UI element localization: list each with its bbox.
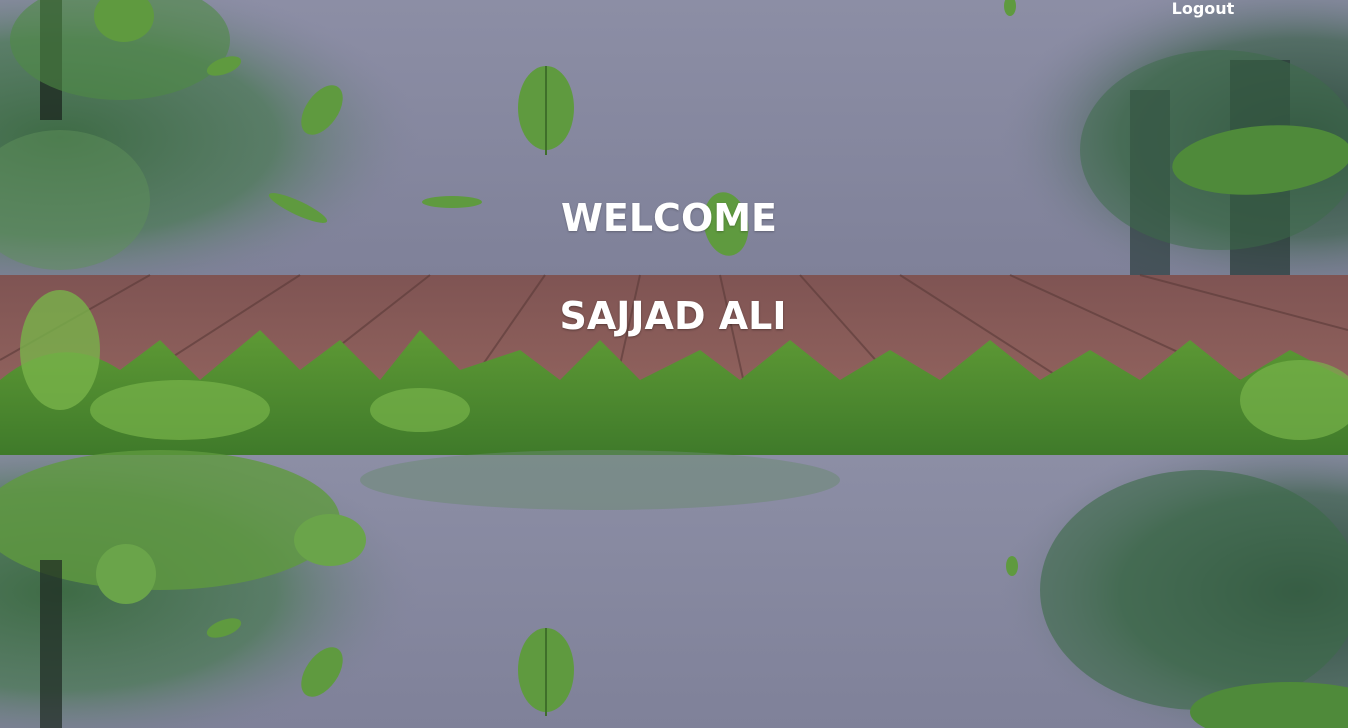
user-name-heading: SAJJAD ALI (559, 294, 787, 338)
logout-link[interactable]: Logout (1160, 0, 1246, 18)
forest-boardwalk-background (0, 0, 1348, 728)
welcome-page: Logout WELCOME SAJJAD ALI (0, 0, 1348, 728)
welcome-heading: WELCOME (560, 196, 778, 240)
